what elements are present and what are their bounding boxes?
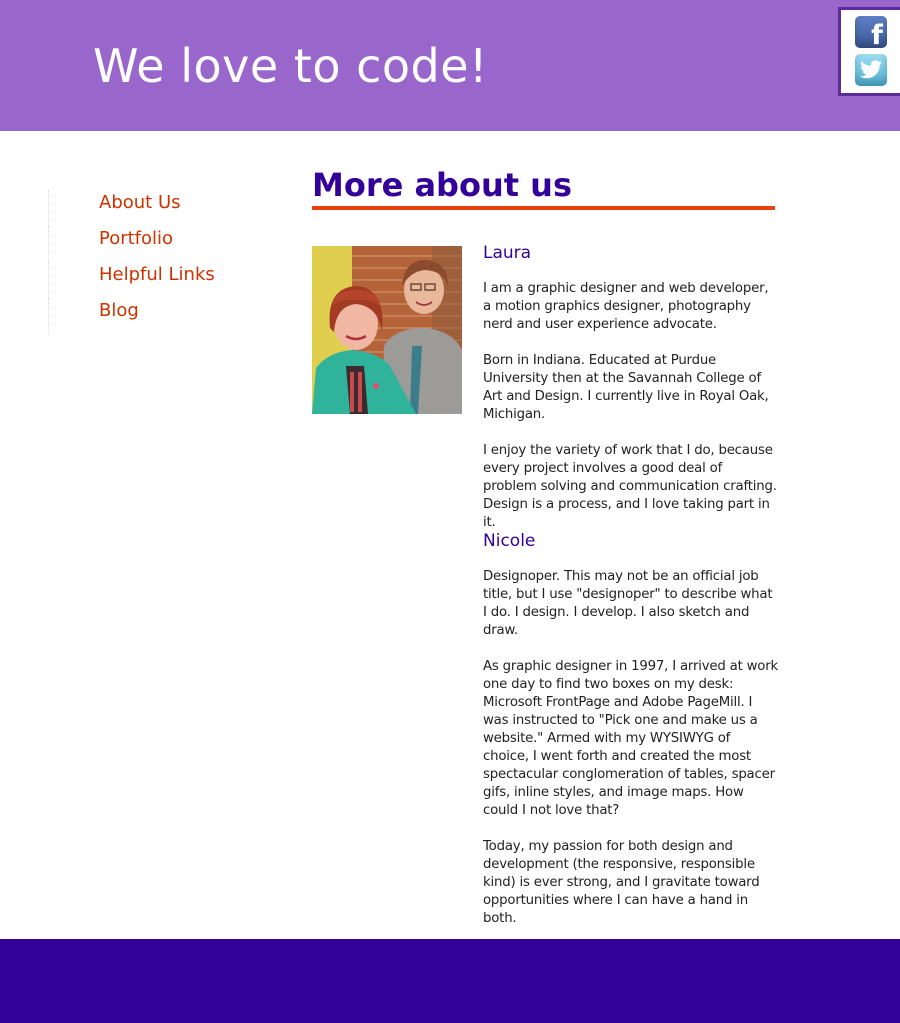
bio-paragraph: Today, my passion for both design and de… (483, 839, 760, 926)
team-photo (312, 246, 462, 414)
page: We love to code! f About Us Portfolio He… (0, 0, 900, 1023)
twitter-icon[interactable] (855, 54, 887, 86)
sidebar-item-portfolio: Portfolio (48, 226, 268, 262)
nav-link-blog[interactable]: Blog (99, 300, 139, 321)
person-name: Laura (483, 243, 532, 263)
site-title: We love to code! (93, 39, 488, 93)
bio-paragraph: Born in Indiana. Educated at Purdue Univ… (483, 353, 769, 422)
bio-paragraph: I enjoy the variety of work that I do, b… (483, 443, 777, 530)
page-title: More about us (312, 166, 572, 204)
nav-link-about-us[interactable]: About Us (99, 192, 181, 213)
sidebar-item-about-us: About Us (48, 190, 268, 226)
nav-link-helpful-links[interactable]: Helpful Links (99, 264, 215, 285)
title-underline (312, 206, 775, 210)
bio-laura: Laura I am a graphic designer and web de… (483, 242, 778, 532)
social-links: f (838, 7, 900, 96)
nav-link-portfolio[interactable]: Portfolio (99, 228, 173, 249)
main-content: More about us Laura I am a graphic desig… (312, 165, 778, 926)
bio-nicole: Nicole Designoper. This may not be an of… (483, 530, 778, 946)
person-name: Nicole (483, 531, 536, 551)
bio-paragraph: As graphic designer in 1997, I arrived a… (483, 659, 779, 818)
bio-paragraph: I am a graphic designer and web develope… (483, 281, 769, 332)
sidebar-item-helpful-links: Helpful Links (48, 262, 268, 298)
sidebar-item-blog: Blog (48, 298, 268, 334)
bio-paragraph: Designoper. This may not be an official … (483, 569, 773, 638)
site-header: We love to code! (0, 0, 900, 131)
sidebar-nav: About Us Portfolio Helpful Links Blog (48, 190, 268, 334)
bios-column: Laura I am a graphic designer and web de… (483, 242, 778, 926)
site-footer (0, 939, 900, 1023)
facebook-icon[interactable]: f (855, 16, 887, 51)
